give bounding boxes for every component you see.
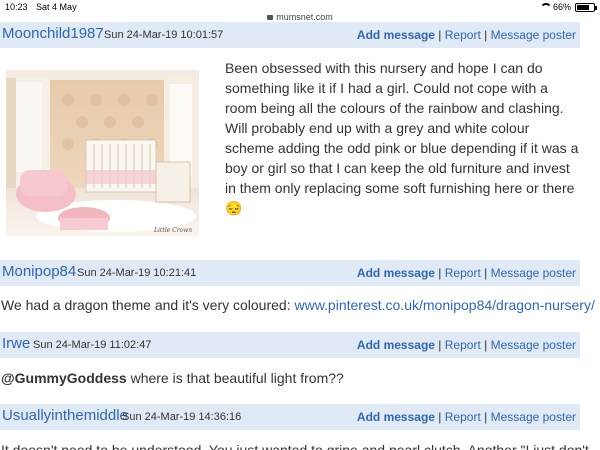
nursery-photo[interactable]: Little Crown: [6, 70, 199, 236]
separator: |: [438, 266, 442, 280]
separator: |: [438, 410, 442, 424]
post-header: Monipop84 Sun 24-Mar-19 10:21:41 Add mes…: [0, 260, 580, 286]
separator: |: [484, 28, 488, 42]
separator: |: [484, 266, 488, 280]
post-header: Usuallyinthemiddle Sun 24-Mar-19 14:36:1…: [0, 404, 580, 430]
post-text: It doesn't need to be understood. You ju…: [1, 442, 589, 450]
post-body: We had a dragon theme and it's very colo…: [1, 295, 595, 315]
report-link[interactable]: Report: [445, 338, 481, 352]
mention-link[interactable]: @GummyGoddess: [1, 370, 127, 386]
post-author[interactable]: Monipop84: [2, 263, 76, 280]
message-poster-link[interactable]: Message poster: [491, 266, 576, 280]
post-actions: Add message | Report | Message poster: [357, 338, 576, 352]
add-message-link[interactable]: Add message: [357, 338, 435, 352]
battery-percent: 66%: [552, 2, 571, 12]
pinterest-link[interactable]: www.pinterest.co.uk/monipop84/dragon-nur…: [294, 297, 594, 313]
post-text: We had a dragon theme and it's very colo…: [1, 297, 291, 313]
post-date: Sun 24-Mar-19 10:01:57: [104, 29, 224, 41]
pensive-emoji-icon: 😔: [225, 200, 243, 216]
report-link[interactable]: Report: [445, 410, 481, 424]
post-body: It doesn't need to be understood. You ju…: [1, 440, 589, 450]
separator: |: [438, 338, 442, 352]
url-text: mumsnet.com: [276, 12, 333, 22]
post-header: Moonchild1987 Sun 24-Mar-19 10:01:57 Add…: [0, 22, 580, 48]
message-poster-link[interactable]: Message poster: [491, 338, 576, 352]
status-time: 10:23: [5, 2, 28, 12]
url-bar[interactable]: mumsnet.com: [0, 12, 600, 22]
status-date: Sat 4 May: [36, 2, 77, 12]
add-message-link[interactable]: Add message: [357, 266, 435, 280]
post-date: Sun 24-Mar-19 11:02:47: [33, 339, 152, 351]
add-message-link[interactable]: Add message: [357, 28, 435, 42]
post-actions: Add message | Report | Message poster: [357, 410, 576, 424]
post-body: Been obsessed with this nursery and hope…: [225, 58, 580, 218]
svg-text:Little Crown: Little Crown: [153, 227, 192, 234]
report-link[interactable]: Report: [445, 266, 481, 280]
ios-status-bar: 10:23 Sat 4 May mumsnet.com 66%: [0, 0, 600, 22]
post-body: @GummyGoddess where is that beautiful li…: [1, 368, 344, 388]
battery-icon: [575, 2, 597, 12]
separator: |: [438, 28, 442, 42]
post-actions: Add message | Report | Message poster: [357, 266, 576, 280]
wifi-icon: [539, 3, 552, 11]
message-poster-link[interactable]: Message poster: [491, 28, 576, 42]
post-author[interactable]: Irwe: [2, 335, 30, 352]
post-author[interactable]: Usuallyinthemiddle: [2, 407, 128, 424]
separator: |: [484, 338, 488, 352]
post-date: Sun 24-Mar-19 14:36:16: [122, 411, 242, 423]
post-text: where is that beautiful light from??: [130, 370, 344, 386]
post-actions: Add message | Report | Message poster: [357, 28, 576, 42]
add-message-link[interactable]: Add message: [357, 410, 435, 424]
post-author[interactable]: Moonchild1987: [2, 25, 104, 42]
message-poster-link[interactable]: Message poster: [491, 410, 576, 424]
post-text: Been obsessed with this nursery and hope…: [225, 60, 579, 196]
separator: |: [484, 410, 488, 424]
lock-icon: [267, 15, 274, 20]
post-header: Irwe Sun 24-Mar-19 11:02:47 Add message …: [0, 332, 580, 358]
report-link[interactable]: Report: [445, 28, 481, 42]
post-date: Sun 24-Mar-19 10:21:41: [77, 267, 197, 279]
